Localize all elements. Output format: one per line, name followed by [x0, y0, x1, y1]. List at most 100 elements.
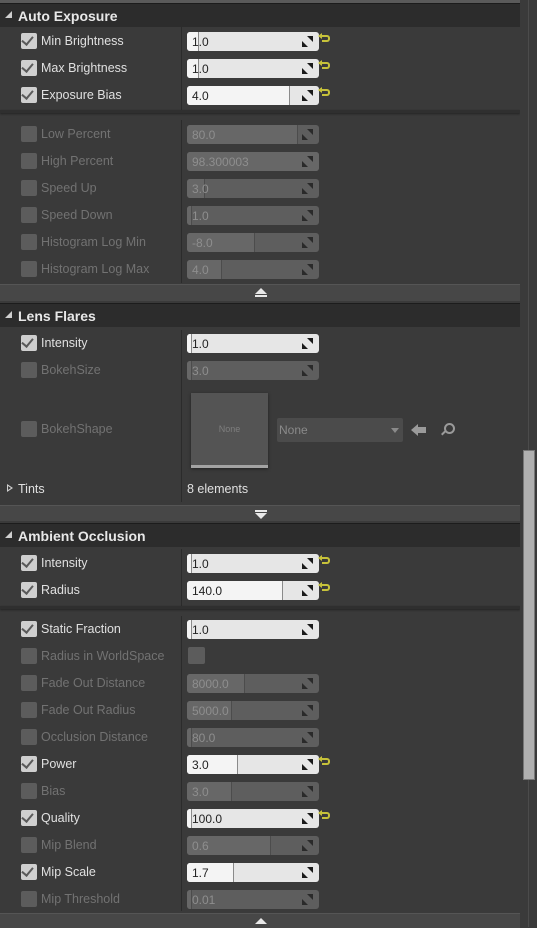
spin-arrows-icon[interactable]: [302, 732, 313, 743]
checkmark-icon: [21, 33, 34, 46]
spin-arrows-icon[interactable]: [302, 786, 313, 797]
checkmark-icon: [21, 810, 34, 823]
property-row-tints[interactable]: Tints 8 elements: [0, 476, 520, 503]
expand-arrow-bar: [255, 510, 267, 512]
reset-to-default-icon[interactable]: [318, 810, 330, 819]
numeric-slider-field[interactable]: 0.6: [187, 836, 319, 855]
spin-arrows-icon[interactable]: [302, 558, 313, 569]
numeric-slider-field[interactable]: 8000.0: [187, 674, 319, 693]
override-checkbox[interactable]: [21, 582, 37, 598]
override-checkbox[interactable]: [21, 621, 37, 637]
spin-arrows-icon[interactable]: [302, 365, 313, 376]
reset-to-default-icon[interactable]: [318, 756, 330, 765]
spin-arrows-icon[interactable]: [302, 759, 313, 770]
override-checkbox[interactable]: [21, 421, 37, 437]
spin-arrows-icon[interactable]: [302, 129, 313, 140]
numeric-slider-field[interactable]: 1.7: [187, 863, 319, 882]
override-checkbox[interactable]: [21, 180, 37, 196]
expand-advanced-button[interactable]: [0, 505, 520, 521]
reset-to-default-icon[interactable]: [318, 582, 330, 591]
numeric-slider-field[interactable]: 100.0: [187, 809, 319, 828]
override-checkbox[interactable]: [21, 837, 37, 853]
asset-thumbnail[interactable]: None: [191, 393, 268, 468]
spin-arrows-icon[interactable]: [302, 36, 313, 47]
spin-arrows-icon[interactable]: [302, 813, 313, 824]
override-checkbox[interactable]: [21, 126, 37, 142]
spin-arrows-icon[interactable]: [302, 264, 313, 275]
numeric-slider-field[interactable]: 1.0: [187, 206, 319, 225]
numeric-slider-field[interactable]: 1.0: [187, 554, 319, 573]
reset-to-default-icon[interactable]: [318, 555, 330, 564]
numeric-slider-field[interactable]: 1.0: [187, 334, 319, 353]
override-checkbox[interactable]: [21, 60, 37, 76]
section-header-auto-exposure[interactable]: Auto Exposure: [0, 3, 537, 27]
spin-arrows-icon[interactable]: [302, 894, 313, 905]
spin-arrows-icon[interactable]: [302, 210, 313, 221]
override-checkbox[interactable]: [21, 729, 37, 745]
numeric-slider-field[interactable]: 5000.0: [187, 701, 319, 720]
spin-arrows-icon[interactable]: [302, 624, 313, 635]
spin-arrows-icon[interactable]: [302, 156, 313, 167]
numeric-slider-field[interactable]: 3.0: [187, 782, 319, 801]
reset-to-default-icon[interactable]: [318, 87, 330, 96]
override-checkbox[interactable]: [21, 675, 37, 691]
checkmark-icon: [21, 87, 34, 100]
override-checkbox[interactable]: [21, 783, 37, 799]
override-checkbox[interactable]: [21, 87, 37, 103]
arrow-left-icon[interactable]: [411, 423, 427, 437]
spin-arrows-icon[interactable]: [302, 705, 313, 716]
spin-arrows-icon[interactable]: [302, 63, 313, 74]
numeric-slider-field[interactable]: 1.0: [187, 620, 319, 639]
override-checkbox[interactable]: [21, 234, 37, 250]
expand-triangle-icon[interactable]: [7, 484, 13, 492]
numeric-slider-field[interactable]: 1.0: [187, 32, 319, 51]
spin-arrows-icon[interactable]: [302, 678, 313, 689]
override-checkbox[interactable]: [21, 335, 37, 351]
numeric-slider-field[interactable]: 4.0: [187, 86, 319, 105]
field-value: 1.0: [192, 62, 209, 76]
override-checkbox[interactable]: [21, 891, 37, 907]
override-checkbox[interactable]: [21, 207, 37, 223]
spin-arrows-icon[interactable]: [302, 183, 313, 194]
reset-to-default-icon[interactable]: [318, 60, 330, 69]
numeric-slider-field[interactable]: 3.0: [187, 755, 319, 774]
override-checkbox[interactable]: [21, 261, 37, 277]
numeric-slider-field[interactable]: -8.0: [187, 233, 319, 252]
section-header-ambient-occlusion[interactable]: Ambient Occlusion: [0, 523, 537, 547]
asset-picker-combo[interactable]: None: [277, 418, 403, 442]
numeric-slider-field[interactable]: 3.0: [187, 361, 319, 380]
override-checkbox[interactable]: [21, 362, 37, 378]
override-checkbox[interactable]: [21, 702, 37, 718]
numeric-slider-field[interactable]: 80.0: [187, 125, 319, 144]
override-checkbox[interactable]: [21, 810, 37, 826]
override-checkbox[interactable]: [21, 33, 37, 49]
collapse-advanced-button[interactable]: [0, 913, 520, 928]
reset-to-default-icon[interactable]: [318, 33, 330, 42]
spin-arrows-icon[interactable]: [302, 237, 313, 248]
numeric-slider-field[interactable]: 80.0: [187, 728, 319, 747]
override-checkbox[interactable]: [21, 648, 37, 664]
numeric-slider-field[interactable]: 4.0: [187, 260, 319, 279]
search-icon[interactable]: [440, 423, 455, 437]
value-checkbox[interactable]: [188, 647, 205, 664]
override-checkbox[interactable]: [21, 153, 37, 169]
numeric-slider-field[interactable]: 98.300003: [187, 152, 319, 171]
spin-arrows-icon[interactable]: [302, 840, 313, 851]
spin-arrows-icon[interactable]: [302, 90, 313, 101]
override-checkbox[interactable]: [21, 555, 37, 571]
scrollbar-thumb[interactable]: [523, 450, 535, 780]
collapse-advanced-button[interactable]: [0, 284, 520, 301]
override-checkbox[interactable]: [21, 864, 37, 880]
numeric-slider-field[interactable]: 1.0: [187, 59, 319, 78]
spin-arrows-icon[interactable]: [302, 585, 313, 596]
numeric-slider-field[interactable]: 0.01: [187, 890, 319, 909]
numeric-slider-field[interactable]: 3.0: [187, 179, 319, 198]
spin-arrows-icon[interactable]: [302, 867, 313, 878]
spin-arrows-icon[interactable]: [302, 338, 313, 349]
section-title: Ambient Occlusion: [18, 528, 146, 544]
override-checkbox[interactable]: [21, 756, 37, 772]
numeric-slider-field[interactable]: 140.0: [187, 581, 319, 600]
property-label: Mip Scale: [41, 865, 96, 879]
section-header-lens-flares[interactable]: Lens Flares: [0, 303, 537, 327]
advanced-separator: [0, 606, 520, 609]
